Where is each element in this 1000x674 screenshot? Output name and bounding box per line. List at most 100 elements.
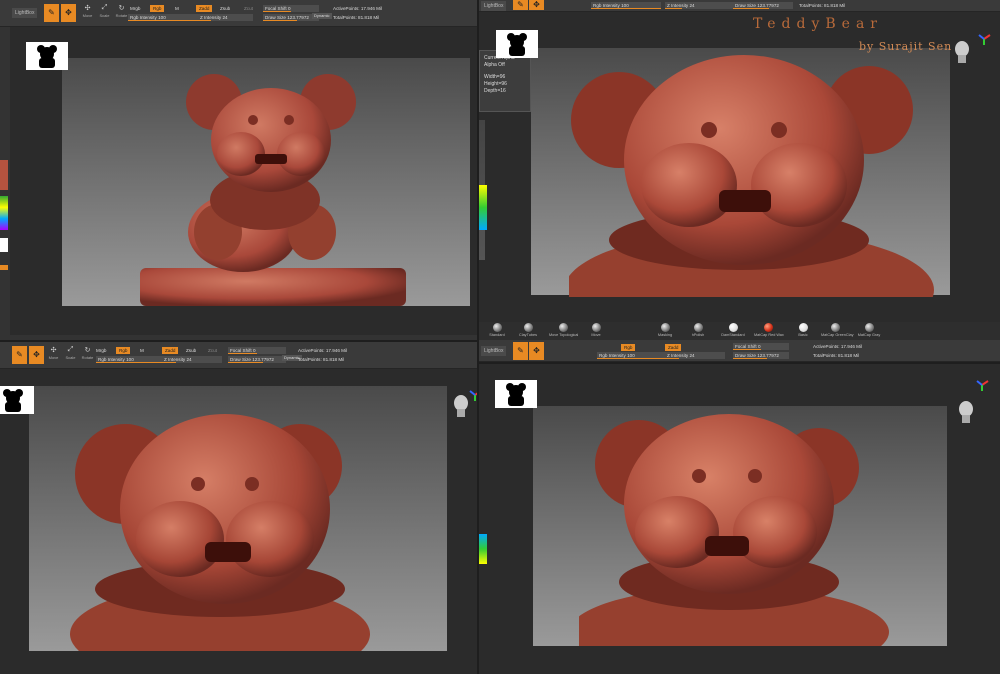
zadd-toggle[interactable]: Zadd: [196, 5, 213, 12]
brush-hpolish[interactable]: hPolish: [684, 323, 712, 337]
zsub-toggle[interactable]: Zsub: [186, 348, 196, 353]
rotate-button[interactable]: ↻ Rotate: [80, 346, 95, 364]
tooltip-state: Alpha Off: [484, 62, 505, 68]
current-alpha-thumbnail[interactable]: [26, 42, 68, 70]
view-head-icon[interactable]: [955, 400, 977, 424]
zcut-toggle[interactable]: Zcut: [208, 348, 217, 353]
focal-shift-slider[interactable]: Focal Shift 0: [733, 343, 789, 350]
color-indicator: [0, 265, 8, 270]
edit-button[interactable]: ✎: [12, 346, 27, 364]
edit-button[interactable]: ✎: [513, 342, 528, 360]
viewport-panel-bottom-left: ✎ ✥ ✣ Move ⤢ Scale ↻ Rotate Mrgb Rgb M Rgb …: [0, 342, 477, 674]
sphere-icon: [558, 323, 568, 332]
bear-alpha-icon: [37, 45, 57, 68]
draw-size-slider[interactable]: Draw Size 123.77972: [263, 14, 319, 21]
color-picker[interactable]: [479, 185, 487, 230]
secondary-color-swatch[interactable]: [0, 238, 8, 252]
lightbox-button[interactable]: LightBox: [481, 346, 507, 356]
top-toolbar: LightBox ✎ ✥ ✣ Move ⤢ Scale ↻ Rotate Mrgb R…: [0, 0, 477, 27]
rgb-intensity-slider[interactable]: Rgb Intensity 100: [591, 2, 661, 9]
zadd-toggle[interactable]: Zadd: [665, 344, 682, 351]
material-matcap-red-wax[interactable]: MatCap Red Wax: [754, 323, 784, 337]
current-alpha-thumbnail[interactable]: [0, 386, 34, 414]
total-points-readout: TotalPoints: 81.818 Mil: [799, 3, 846, 8]
mrgb-toggle[interactable]: Mrgb: [96, 348, 106, 353]
brush-move-topological[interactable]: Move Topological: [549, 323, 578, 337]
total-points-readout: TotalPoints: 81.818 Mil: [333, 15, 380, 20]
main-color-swatch[interactable]: [0, 160, 8, 190]
draw-size-slider[interactable]: Draw Size 123.77972: [733, 2, 793, 9]
sphere-icon: [864, 323, 874, 332]
sphere-icon: [523, 323, 533, 332]
active-points-readout: ActivePoints: 17.946 Mil: [298, 348, 348, 353]
top-toolbar-compact: LightBox ✎ ✥ Rgb Intensity 100 Z Intensi…: [479, 0, 1000, 12]
total-points-readout: TotalPoints: 81.818 Mil: [813, 353, 860, 358]
sphere-icon: [660, 323, 670, 332]
scale-button[interactable]: ⤢ Scale: [63, 346, 78, 364]
sphere-icon: [728, 323, 738, 332]
teddy-bear-model-closeup[interactable]: [569, 40, 949, 297]
rgb-intensity-slider[interactable]: Rgb Intensity 100: [96, 356, 162, 363]
zadd-toggle[interactable]: Zadd: [162, 347, 179, 354]
active-points-readout: ActivePoints: 17.946 Mil: [333, 6, 383, 11]
focal-shift-slider[interactable]: Focal Shift 0: [263, 5, 319, 12]
edit-button[interactable]: ✎: [513, 0, 528, 10]
rgb-intensity-slider[interactable]: Rgb Intensity 100: [597, 352, 667, 359]
z-intensity-slider[interactable]: Z Intensity 24: [198, 14, 253, 21]
m-toggle[interactable]: M: [175, 6, 179, 11]
rotate-button[interactable]: ↻ Rotate: [114, 4, 129, 22]
z-intensity-slider[interactable]: Z Intensity 24: [665, 352, 725, 359]
total-points-readout: TotalPoints: 81.818 Mil: [298, 357, 345, 362]
z-intensity-slider[interactable]: Z Intensity 24: [665, 2, 735, 9]
sphere-icon: [591, 323, 601, 332]
signature-title: TeddyBear: [753, 16, 883, 32]
lightbox-button[interactable]: LightBox: [481, 1, 507, 11]
zsub-toggle[interactable]: Zsub: [220, 6, 230, 11]
draw-size-slider[interactable]: Draw Size 123.77972: [733, 352, 789, 359]
move-button[interactable]: ✣ Move: [46, 346, 61, 364]
rgb-toggle[interactable]: Rgb: [116, 347, 131, 354]
axis-gizmo-icon[interactable]: [975, 378, 989, 392]
mrgb-toggle[interactable]: Mrgb: [130, 6, 140, 11]
rgb-intensity-slider[interactable]: Rgb Intensity 100: [128, 14, 198, 21]
top-toolbar: ✎ ✥ ✣ Move ⤢ Scale ↻ Rotate Mrgb Rgb M Rgb …: [0, 342, 477, 369]
brush-move[interactable]: Move: [582, 323, 610, 337]
current-alpha-thumbnail[interactable]: [496, 30, 538, 58]
z-intensity-slider[interactable]: Z Intensity 24: [162, 356, 222, 363]
rgb-toggle[interactable]: Rgb: [150, 5, 165, 12]
draw-size-slider[interactable]: Draw Size 123.77972: [228, 356, 286, 363]
color-picker[interactable]: [479, 534, 487, 564]
viewport-panel-top-left: LightBox ✎ ✥ ✣ Move ⤢ Scale ↻ Rotate Mrgb R…: [0, 0, 477, 340]
draw-button[interactable]: ✥: [29, 346, 44, 364]
dynamic-toggle[interactable]: Dynamic: [312, 13, 332, 19]
color-picker[interactable]: [0, 196, 8, 230]
axis-gizmo-icon[interactable]: [468, 388, 477, 402]
focal-shift-slider[interactable]: Focal Shift 0: [228, 347, 286, 354]
material-matcap-gray[interactable]: MatCap Gray: [855, 323, 883, 337]
lightbox-button[interactable]: LightBox: [12, 8, 38, 18]
axis-gizmo-icon[interactable]: [977, 32, 991, 46]
edit-button[interactable]: ✎: [44, 4, 59, 22]
top-toolbar-secondary: LightBox ✎ ✥ Rgb Rgb Intensity 100 Zadd …: [479, 340, 1000, 362]
brush-damstandard[interactable]: DamStandard: [719, 323, 747, 337]
rgb-toggle[interactable]: Rgb: [621, 344, 636, 351]
teddy-bear-model-three-quarter[interactable]: [579, 404, 899, 646]
draw-button[interactable]: ✥: [529, 0, 544, 10]
material-basic[interactable]: Basic: [789, 323, 817, 337]
viewport-panel-top-right: LightBox ✎ ✥ Rgb Intensity 100 Z Intensi…: [479, 0, 1000, 362]
teddy-bear-model-full[interactable]: [140, 60, 430, 310]
draw-button[interactable]: ✥: [529, 342, 544, 360]
scale-button[interactable]: ⤢ Scale: [97, 4, 112, 22]
brush-standard[interactable]: Standard: [483, 323, 511, 337]
tooltip-height: Height=96: [484, 81, 507, 87]
brush-claytubes[interactable]: ClayTubes: [514, 323, 542, 337]
draw-button[interactable]: ✥: [61, 4, 76, 22]
move-button[interactable]: ✣ Move: [80, 4, 95, 22]
zcut-toggle[interactable]: Zcut: [244, 6, 253, 11]
teddy-bear-model-front[interactable]: [70, 404, 370, 651]
material-matcap-greenclay[interactable]: MatCap GreenClay: [821, 323, 854, 337]
current-alpha-thumbnail[interactable]: [495, 380, 537, 408]
brush-masking[interactable]: Masking: [651, 323, 679, 337]
view-head-icon[interactable]: [951, 40, 973, 64]
m-toggle[interactable]: M: [140, 348, 144, 353]
